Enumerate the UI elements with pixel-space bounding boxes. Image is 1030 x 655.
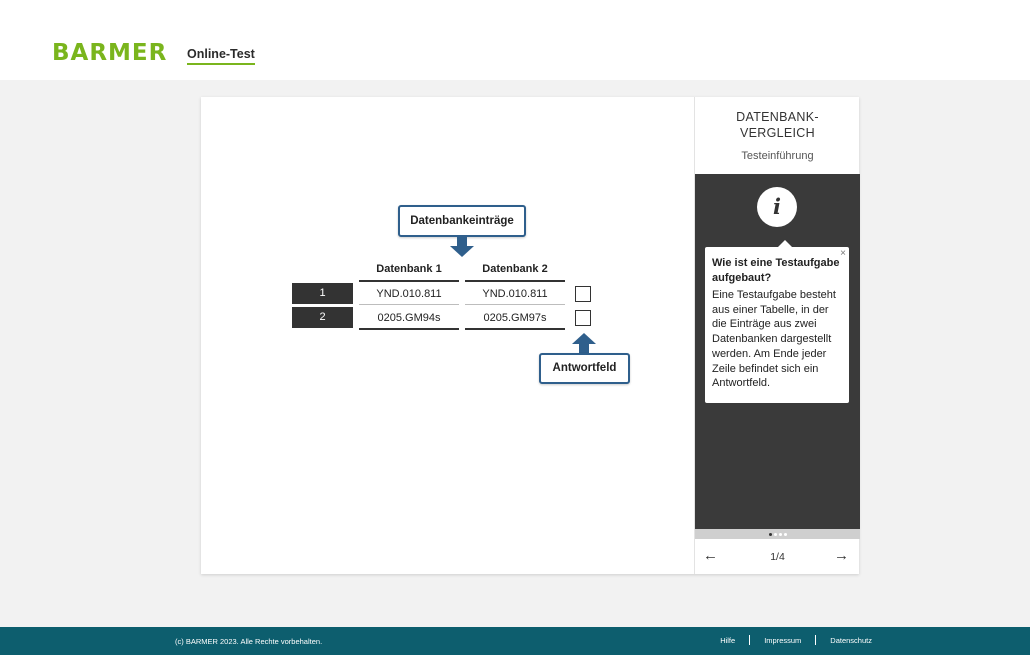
row-number: 2 bbox=[292, 307, 353, 328]
intro-panel: DATENBANK- VERGLEICH Testeinführung i × … bbox=[694, 97, 860, 574]
tooltip-title: Wie ist eine Testaufgabe aufgebaut? bbox=[712, 257, 840, 284]
footer-link-imprint[interactable]: Impressum bbox=[764, 636, 801, 645]
arrow-up-icon bbox=[572, 333, 596, 353]
table-cell: 0205.GM97s bbox=[465, 307, 565, 330]
site-footer: (c) BARMER 2023. Alle Rechte vorbehalten… bbox=[0, 627, 1030, 655]
pagination-dot[interactable] bbox=[768, 533, 772, 536]
divider bbox=[749, 635, 751, 645]
callout-answer-field: Antwortfeld bbox=[539, 353, 630, 384]
divider bbox=[815, 635, 817, 645]
arrow-down-icon bbox=[450, 237, 474, 257]
column-header-db2: Datenbank 2 bbox=[465, 263, 565, 282]
answer-checkbox[interactable] bbox=[575, 286, 591, 302]
column-header-db1: Datenbank 1 bbox=[359, 263, 459, 282]
nav-online-test[interactable]: Online-Test bbox=[187, 47, 255, 65]
info-icon: i bbox=[757, 187, 797, 227]
pagination-dot[interactable] bbox=[783, 533, 787, 536]
panel-subtitle: Testeinführung bbox=[741, 150, 814, 162]
copyright-text: (c) BARMER 2023. Alle Rechte vorbehalten… bbox=[175, 637, 323, 646]
tooltip-caret bbox=[778, 240, 792, 247]
panel-title: DATENBANK- VERGLEICH bbox=[736, 110, 819, 140]
callout-database-entries: Datenbankeinträge bbox=[398, 205, 526, 237]
example-stage: Datenbankeinträge Datenbank 1 Datenbank … bbox=[201, 97, 694, 574]
test-card: Datenbankeinträge Datenbank 1 Datenbank … bbox=[201, 97, 860, 574]
table-cell: 0205.GM94s bbox=[359, 307, 459, 330]
footer-link-help[interactable]: Hilfe bbox=[720, 636, 735, 645]
answer-checkbox[interactable] bbox=[575, 310, 591, 326]
info-tooltip: × Wie ist eine Testaufgabe aufgebaut? Ei… bbox=[705, 240, 849, 403]
table-cell: YND.010.811 bbox=[359, 283, 459, 305]
panel-info-area: i × Wie ist eine Testaufgabe aufgebaut? … bbox=[695, 174, 860, 529]
barmer-logo[interactable]: BARMER bbox=[52, 40, 167, 66]
site-header: BARMER Online-Test bbox=[0, 0, 1030, 80]
pagination-dots bbox=[695, 529, 860, 539]
footer-link-privacy[interactable]: Datenschutz bbox=[830, 636, 872, 645]
pagination-dot[interactable] bbox=[773, 533, 777, 536]
row-number: 1 bbox=[292, 283, 353, 304]
tooltip-text: Eine Testaufgabe besteht aus einer Tabel… bbox=[712, 289, 836, 390]
arrow-right-icon[interactable]: → bbox=[834, 547, 849, 564]
table-cell: YND.010.811 bbox=[465, 283, 565, 305]
footer-links: Hilfe Impressum Datenschutz bbox=[720, 635, 872, 645]
pagination-dot[interactable] bbox=[778, 533, 782, 536]
close-icon[interactable]: × bbox=[840, 248, 846, 259]
